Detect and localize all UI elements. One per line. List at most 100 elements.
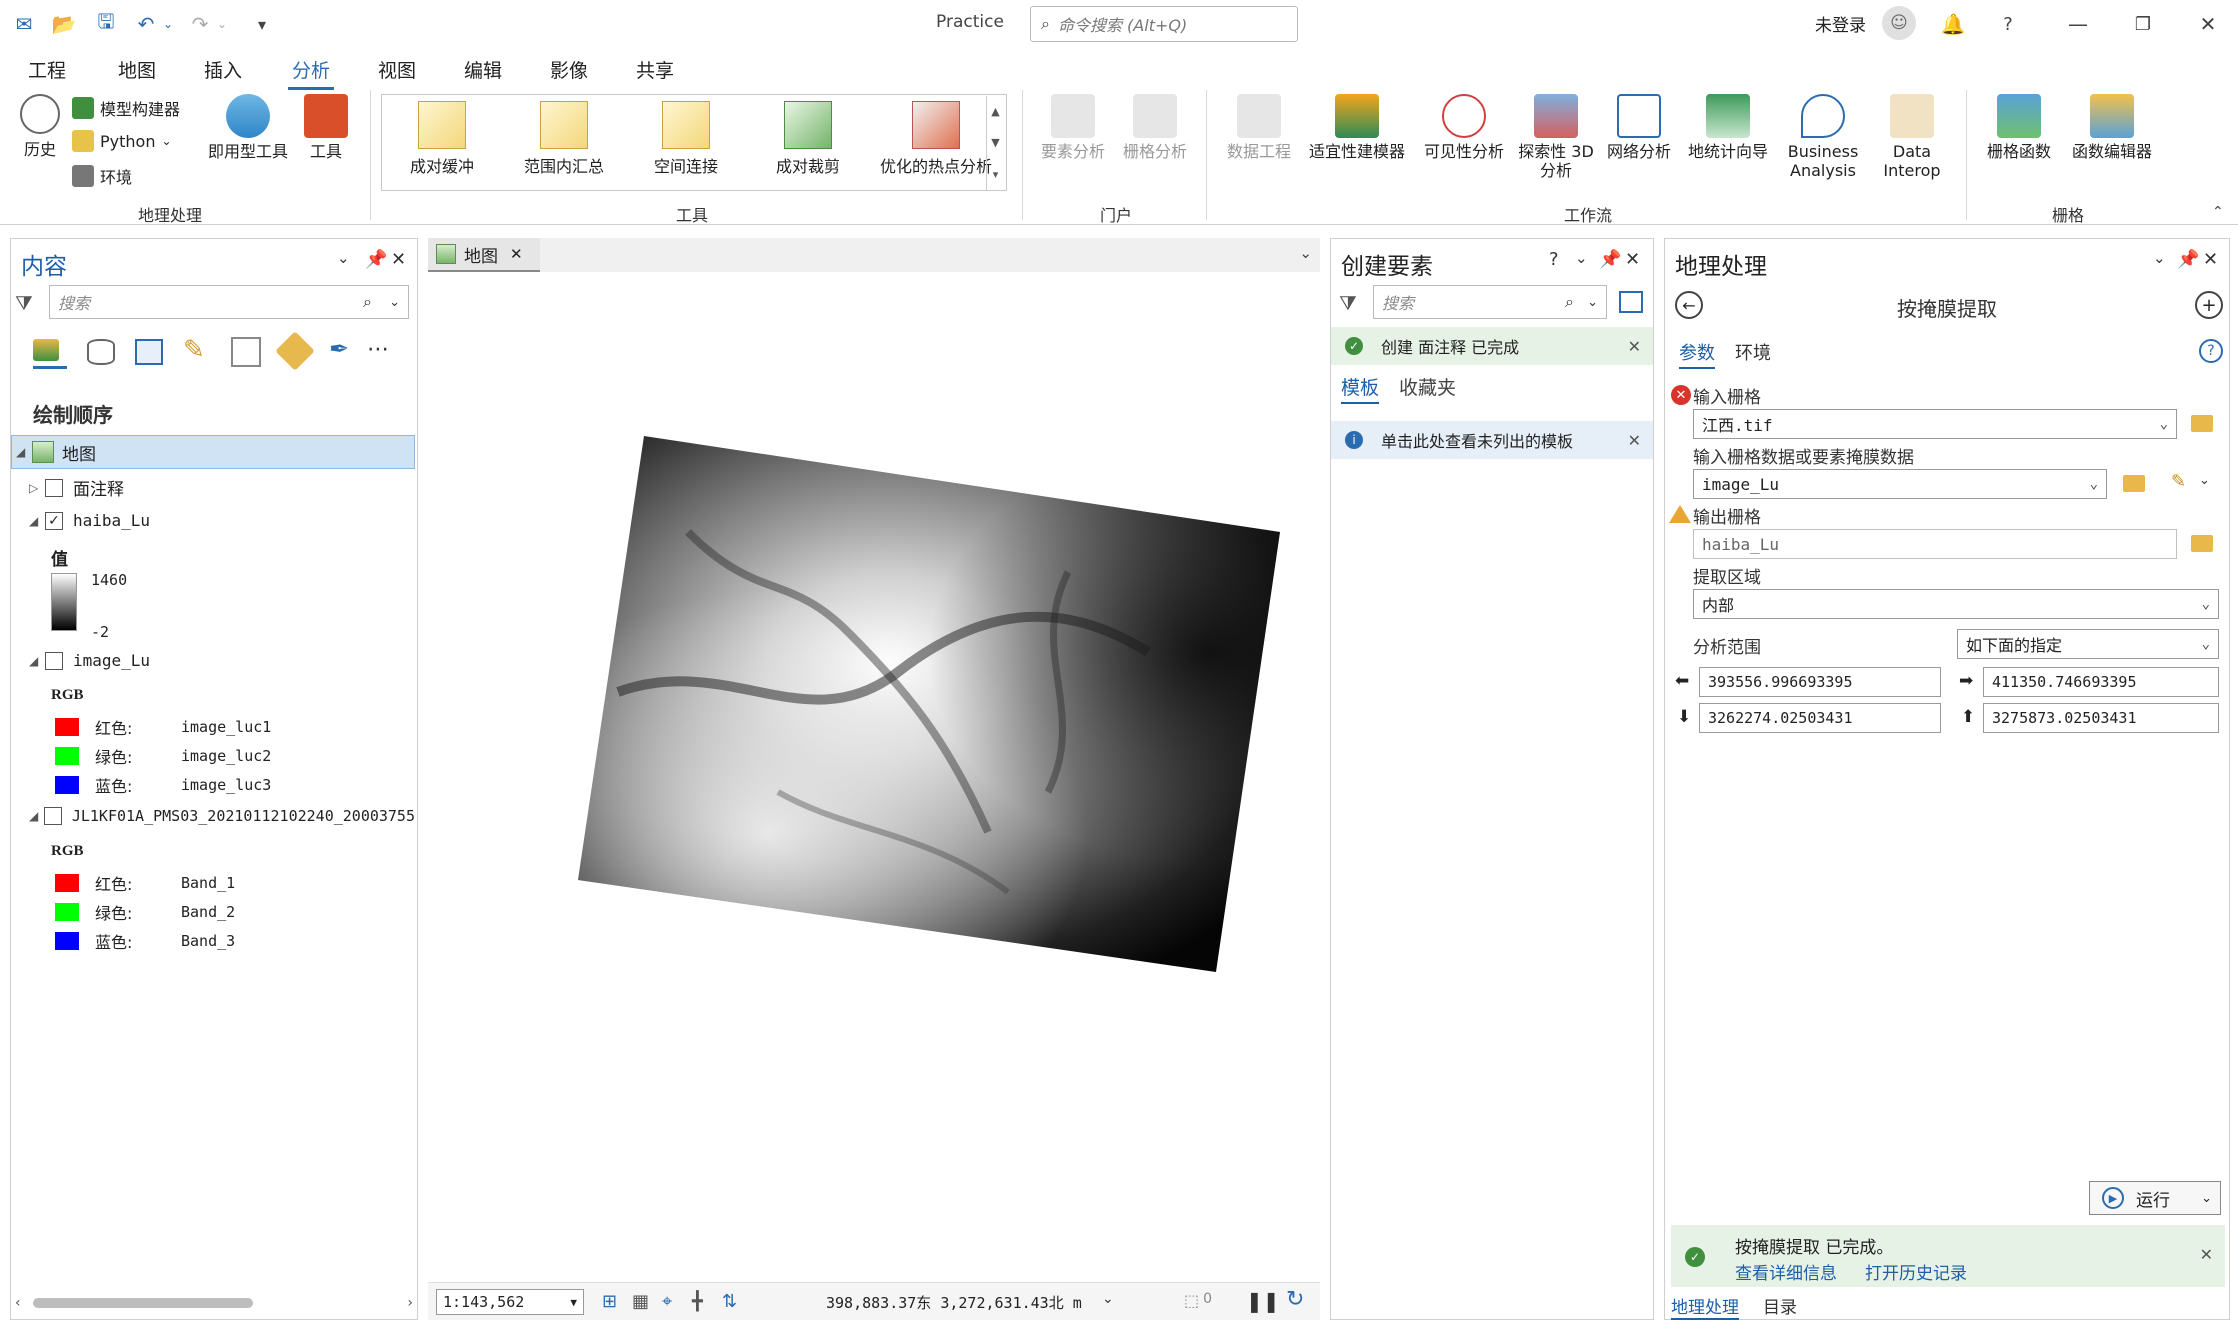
command-search-input[interactable]: ⌕ 命令搜索 (Alt+Q)	[1030, 6, 1298, 42]
tab-project[interactable]: 工程	[24, 54, 70, 85]
summarize-within-button[interactable]: 范围内汇总	[504, 101, 624, 177]
avatar[interactable]: ☺	[1882, 6, 1916, 40]
suitability-modeler-button[interactable]: 适宜性建模器	[1302, 94, 1412, 161]
extent-right-input[interactable]: 411350.746693395	[1983, 667, 2219, 697]
hot-spot-button[interactable]: 优化的热点分析	[870, 101, 1002, 177]
tree-item-image-lu[interactable]: ◢ image_Lu	[29, 651, 150, 670]
network-analysis-button[interactable]: 网络分析	[1600, 94, 1678, 161]
extent-bottom-input[interactable]: 3262274.02503431	[1699, 703, 1941, 733]
view-details-link[interactable]: 查看详细信息	[1735, 1259, 1837, 1284]
business-analysis-button[interactable]: Business Analysis	[1780, 94, 1866, 180]
horizontal-scrollbar[interactable]: ‹ ›	[15, 1293, 413, 1313]
close-banner-icon[interactable]: ✕	[1628, 337, 1641, 356]
close-pane-icon[interactable]: ✕	[2203, 249, 2218, 270]
customize-toolbar-icon[interactable]: ▾	[248, 10, 276, 38]
tab-favorites[interactable]: 收藏夹	[1399, 373, 1456, 400]
pin-icon[interactable]: 📌	[365, 249, 387, 270]
filter-icon[interactable]: ⧩	[1339, 291, 1357, 315]
chevron-down-icon[interactable]: ⌄	[389, 295, 400, 310]
tab-view[interactable]: 视图	[374, 54, 420, 85]
output-raster-input[interactable]: haiba_Lu	[1693, 529, 2177, 559]
notification-bell-icon[interactable]: 🔔	[1935, 8, 1971, 40]
tab-analysis[interactable]: 分析	[288, 54, 335, 90]
tab-share[interactable]: 共享	[632, 54, 678, 85]
expand-triangle-icon[interactable]: ◢	[29, 654, 45, 668]
undo-icon[interactable]: ↶	[132, 10, 160, 38]
expand-triangle-icon[interactable]: ◢	[29, 514, 45, 528]
list-by-snapping-icon[interactable]	[231, 337, 261, 367]
collapsed-triangle-icon[interactable]: ▷	[29, 481, 45, 495]
redo-icon[interactable]: ↷	[186, 10, 214, 38]
scroll-right-icon[interactable]: ›	[407, 1295, 413, 1311]
tree-item-annotation[interactable]: ▷ 面注释	[29, 475, 124, 500]
undo-dropdown-icon[interactable]: ⌄	[160, 10, 176, 38]
contents-search-input[interactable]: 搜索 ⌕ ⌄	[49, 285, 409, 319]
layer-visibility-checkbox[interactable]: ✓	[45, 511, 63, 530]
help-icon[interactable]: ?	[1990, 8, 2026, 40]
open-history-link[interactable]: 打开历史记录	[1865, 1259, 1967, 1284]
list-by-perspective-icon[interactable]: ✒	[329, 335, 349, 363]
more-options-icon[interactable]: ⋯	[367, 337, 389, 362]
tree-item-map[interactable]: ◢ 地图	[11, 435, 415, 469]
extract-area-select[interactable]: 内部 ⌄	[1693, 589, 2219, 619]
extent-top-input[interactable]: 3275873.02503431	[1983, 703, 2219, 733]
run-button[interactable]: ▶ 运行 ⌄	[2089, 1181, 2221, 1215]
list-by-drawing-order-icon[interactable]	[33, 339, 67, 369]
login-status[interactable]: 未登录	[1815, 11, 1866, 36]
templates-search-input[interactable]: 搜索 ⌕ ⌄	[1373, 285, 1607, 319]
constraints-icon[interactable]: ╋	[692, 1291, 703, 1312]
input-raster-select[interactable]: 江西.tif ⌄	[1693, 409, 2177, 439]
list-by-source-icon[interactable]	[87, 339, 115, 365]
data-interop-button[interactable]: Data Interop	[1872, 94, 1952, 180]
close-pane-icon[interactable]: ✕	[391, 249, 406, 270]
restore-icon[interactable]: ❐	[2125, 8, 2161, 40]
layer-visibility-checkbox[interactable]	[45, 478, 63, 497]
chevron-up-icon[interactable]: ▲	[991, 105, 999, 118]
chevron-down-icon[interactable]: ⌄	[2199, 473, 2210, 488]
selected-features[interactable]: ⬚ 0	[1184, 1291, 1212, 1310]
add-icon[interactable]: +	[2195, 291, 2223, 319]
expand-triangle-icon[interactable]: ◢	[16, 445, 32, 459]
filter-icon[interactable]: ⧩	[15, 291, 33, 315]
list-by-selection-icon[interactable]	[135, 339, 163, 365]
tab-catalog[interactable]: 目录	[1763, 1293, 1797, 1318]
function-editor-button[interactable]: 函数编辑器	[2064, 94, 2160, 161]
close-banner-icon[interactable]: ✕	[2200, 1245, 2213, 1264]
search-icon[interactable]: ⌕	[363, 292, 372, 312]
chevron-down-icon[interactable]: ⌄	[2201, 1191, 2212, 1206]
pairwise-buffer-button[interactable]: 成对缓冲	[382, 101, 502, 177]
scrollbar-thumb[interactable]	[32, 1298, 253, 1308]
scroll-left-icon[interactable]: ‹	[15, 1295, 21, 1311]
tab-templates[interactable]: 模板	[1341, 373, 1380, 404]
browse-folder-icon[interactable]	[2123, 475, 2145, 492]
pairwise-clip-button[interactable]: 成对裁剪	[748, 101, 868, 177]
layer-visibility-checkbox[interactable]	[43, 807, 62, 825]
model-builder-button[interactable]: 模型构建器	[72, 96, 180, 120]
python-button[interactable]: Python ⌄	[72, 130, 172, 152]
refresh-icon[interactable]: ↻	[1286, 1287, 1304, 1312]
data-engineering-button[interactable]: 数据工程	[1218, 94, 1300, 161]
tab-imagery[interactable]: 影像	[546, 54, 592, 85]
feature-analysis-button[interactable]: 要素分析	[1034, 94, 1112, 161]
expand-gallery-icon[interactable]: ▾	[993, 168, 999, 181]
close-pane-icon[interactable]: ✕	[1625, 249, 1640, 270]
list-by-labeling-icon[interactable]	[275, 331, 315, 371]
help-icon[interactable]: ?	[1549, 249, 1559, 270]
pin-icon[interactable]: 📌	[1599, 249, 1621, 270]
north-arrow-icon[interactable]: ⇅	[722, 1291, 737, 1312]
map-view-tab[interactable]: 地图 ✕	[428, 238, 540, 272]
map-canvas[interactable]	[428, 272, 1320, 1282]
help-icon[interactable]: ?	[2199, 339, 2223, 363]
save-project-icon[interactable]: 🖫	[92, 9, 120, 38]
minimize-icon[interactable]: —	[2060, 8, 2096, 40]
environment-button[interactable]: 环境	[72, 164, 132, 188]
gallery-scroll[interactable]: ▲ ▼ ▾	[986, 96, 1004, 190]
ready-tools-button[interactable]: 即用型工具	[200, 94, 296, 161]
tree-item-jl1kf01a[interactable]: ◢ JL1KF01A_PMS03_20210112102240_20003755	[29, 807, 415, 825]
pane-menu-icon[interactable]: ⌄	[2153, 249, 2166, 267]
visibility-analysis-button[interactable]: 可见性分析	[1416, 94, 1512, 161]
extent-left-input[interactable]: 393556.996693395	[1699, 667, 1941, 697]
tab-insert[interactable]: 插入	[200, 54, 246, 85]
open-project-icon[interactable]: 📂	[50, 10, 78, 38]
pause-drawing-icon[interactable]: ❚❚	[1246, 1289, 1280, 1313]
